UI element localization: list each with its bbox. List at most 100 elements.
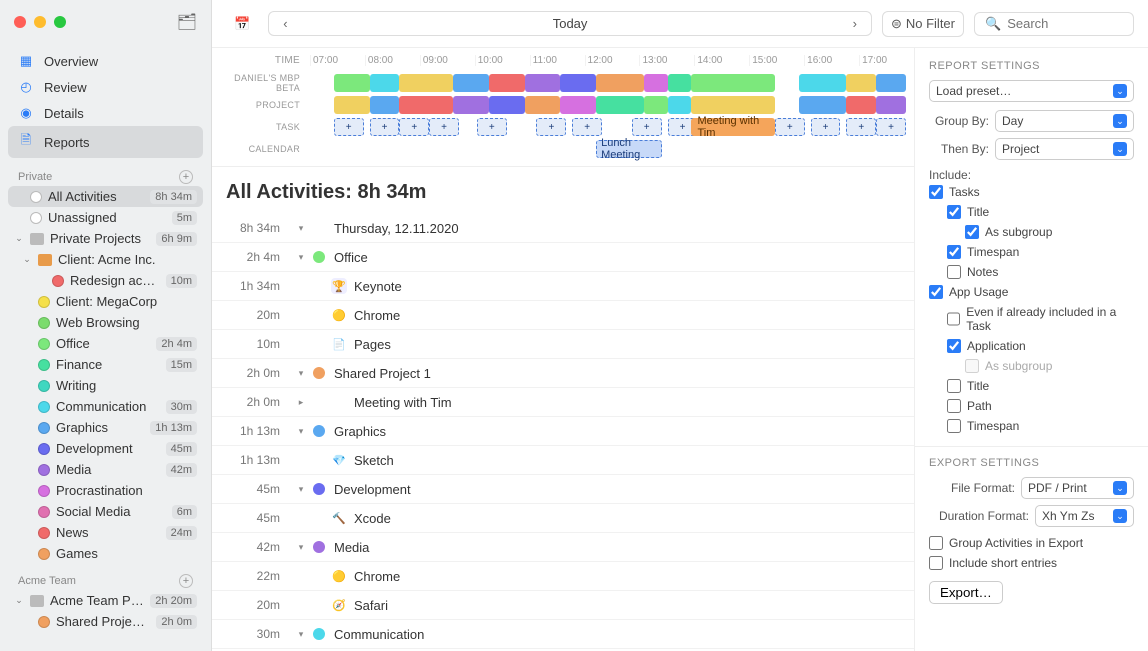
activity-segment[interactable]	[399, 96, 453, 114]
export-button[interactable]: Export…	[929, 581, 1003, 604]
tree-item-socialMedia[interactable]: Social Media6m	[8, 501, 203, 522]
report-row[interactable]: 1h 34m🏆Keynote	[212, 272, 914, 301]
timespan2-checkbox[interactable]	[947, 419, 961, 433]
tree-item-acmeProjects[interactable]: ⌄Acme Team Projects2h 20m	[8, 590, 203, 611]
report-row[interactable]: 30m▾Communication	[212, 620, 914, 649]
durformat-select[interactable]: Xh Ym Zs⌄	[1035, 505, 1134, 527]
activity-segment[interactable]	[596, 96, 644, 114]
fileformat-select[interactable]: PDF / Print⌄	[1021, 477, 1134, 499]
add-task-slot[interactable]: +	[399, 118, 429, 136]
search-input[interactable]	[1007, 16, 1148, 31]
add-task-slot[interactable]: +	[811, 118, 841, 136]
timeline-canvas[interactable]	[310, 94, 906, 116]
evenif-checkbox[interactable]	[947, 312, 960, 326]
zoom-window-icon[interactable]	[54, 16, 66, 28]
thenby-select[interactable]: Project⌄	[995, 138, 1134, 160]
activity-segment[interactable]	[876, 74, 906, 92]
activity-segment[interactable]	[525, 74, 561, 92]
disclosure-icon[interactable]: ▾	[292, 542, 310, 553]
add-task-slot[interactable]: +	[846, 118, 876, 136]
load-preset-select[interactable]: Load preset…⌄	[929, 80, 1134, 102]
activity-segment[interactable]	[560, 96, 596, 114]
activity-segment[interactable]	[453, 74, 489, 92]
activity-segment[interactable]	[334, 96, 370, 114]
tree-item-procrastination[interactable]: Procrastination	[8, 480, 203, 501]
path-checkbox[interactable]	[947, 399, 961, 413]
activity-segment[interactable]	[560, 74, 596, 92]
tree-item-sharedProject1[interactable]: Shared Project 12h 0m	[8, 611, 203, 632]
disclosure-icon[interactable]: ▾	[292, 426, 310, 437]
nav-details[interactable]: ◉Details	[8, 100, 203, 126]
report-row[interactable]: 2h 0m▾Shared Project 1	[212, 359, 914, 388]
timeline-canvas[interactable]: Lunch Meeting	[310, 138, 906, 160]
calendar-add-icon[interactable]: 📅	[226, 12, 258, 36]
tree-item-privateProjects[interactable]: ⌄Private Projects6h 9m	[8, 228, 203, 249]
filter-button[interactable]: ⊜No Filter	[882, 11, 964, 37]
report-row[interactable]: 20m🧭Safari	[212, 591, 914, 620]
prev-day-button[interactable]: ‹	[269, 12, 301, 35]
tree-item-redesign[interactable]: Redesign acme.com10m	[8, 270, 203, 291]
nav-reports[interactable]: 🗎Reports	[8, 126, 203, 158]
activity-segment[interactable]	[489, 74, 525, 92]
activity-segment[interactable]	[644, 74, 668, 92]
add-task-slot[interactable]: +	[334, 118, 364, 136]
today-label[interactable]: Today	[302, 12, 839, 35]
groupby-select[interactable]: Day⌄	[995, 110, 1134, 132]
activity-segment[interactable]	[370, 96, 400, 114]
tree-item-unassigned[interactable]: Unassigned5m	[8, 207, 203, 228]
activity-segment[interactable]	[799, 74, 847, 92]
disclosure-icon[interactable]: ▾	[292, 368, 310, 379]
activity-segment[interactable]	[399, 74, 453, 92]
activity-segment[interactable]	[846, 96, 876, 114]
title-checkbox[interactable]	[947, 205, 961, 219]
tree-item-clientMega[interactable]: Client: MegaCorp	[8, 291, 203, 312]
add-task-slot[interactable]: +	[536, 118, 566, 136]
report-row[interactable]: 20m🟡Chrome	[212, 301, 914, 330]
tree-item-graphics[interactable]: Graphics1h 13m	[8, 417, 203, 438]
tree-item-webBrowsing[interactable]: Web Browsing	[8, 312, 203, 333]
disclosure-icon[interactable]: ▾	[292, 484, 310, 495]
activity-segment[interactable]	[668, 74, 692, 92]
tree-item-games[interactable]: Games	[8, 543, 203, 564]
tree-item-writing[interactable]: Writing	[8, 375, 203, 396]
task-meeting[interactable]: Meeting with Tim	[691, 118, 774, 136]
report-row[interactable]: 8h 34m▾Thursday, 12.11.2020	[212, 214, 914, 243]
report-row[interactable]: 45m▾Development	[212, 475, 914, 504]
minimize-window-icon[interactable]	[34, 16, 46, 28]
nav-overview[interactable]: ▦Overview	[8, 48, 203, 74]
timespan-checkbox[interactable]	[947, 245, 961, 259]
activity-segment[interactable]	[846, 74, 876, 92]
activity-segment[interactable]	[370, 74, 400, 92]
appusage-checkbox[interactable]	[929, 285, 943, 299]
tree-item-communication[interactable]: Communication30m	[8, 396, 203, 417]
activity-segment[interactable]	[489, 96, 525, 114]
disclosure-icon[interactable]: ▸	[292, 397, 310, 408]
activity-segment[interactable]	[334, 74, 370, 92]
tree-item-news[interactable]: News24m	[8, 522, 203, 543]
add-task-slot[interactable]: +	[632, 118, 662, 136]
add-task-slot[interactable]: +	[572, 118, 602, 136]
tree-item-development[interactable]: Development45m	[8, 438, 203, 459]
activity-segment[interactable]	[799, 96, 847, 114]
activity-segment[interactable]	[596, 74, 644, 92]
activity-segment[interactable]	[453, 96, 489, 114]
include-short-checkbox[interactable]	[929, 556, 943, 570]
application-checkbox[interactable]	[947, 339, 961, 353]
add-button-icon[interactable]: +	[179, 574, 193, 588]
timeline-canvas[interactable]	[310, 72, 906, 94]
tree-item-media[interactable]: Media42m	[8, 459, 203, 480]
disclosure-icon[interactable]: ▾	[292, 629, 310, 640]
disclosure-icon[interactable]: ▾	[292, 252, 310, 263]
add-task-slot[interactable]: +	[876, 118, 906, 136]
close-window-icon[interactable]	[14, 16, 26, 28]
activity-segment[interactable]	[668, 96, 692, 114]
next-day-button[interactable]: ›	[839, 12, 871, 35]
add-task-slot[interactable]: +	[370, 118, 400, 136]
report-row[interactable]: 45m🔨Xcode	[212, 504, 914, 533]
tree-item-allActivities[interactable]: All Activities8h 34m	[8, 186, 203, 207]
title2-checkbox[interactable]	[947, 379, 961, 393]
add-task-slot[interactable]: +	[429, 118, 459, 136]
nav-review[interactable]: ◴Review	[8, 74, 203, 100]
tree-item-finance[interactable]: Finance15m	[8, 354, 203, 375]
report-row[interactable]: 1h 13m💎Sketch	[212, 446, 914, 475]
